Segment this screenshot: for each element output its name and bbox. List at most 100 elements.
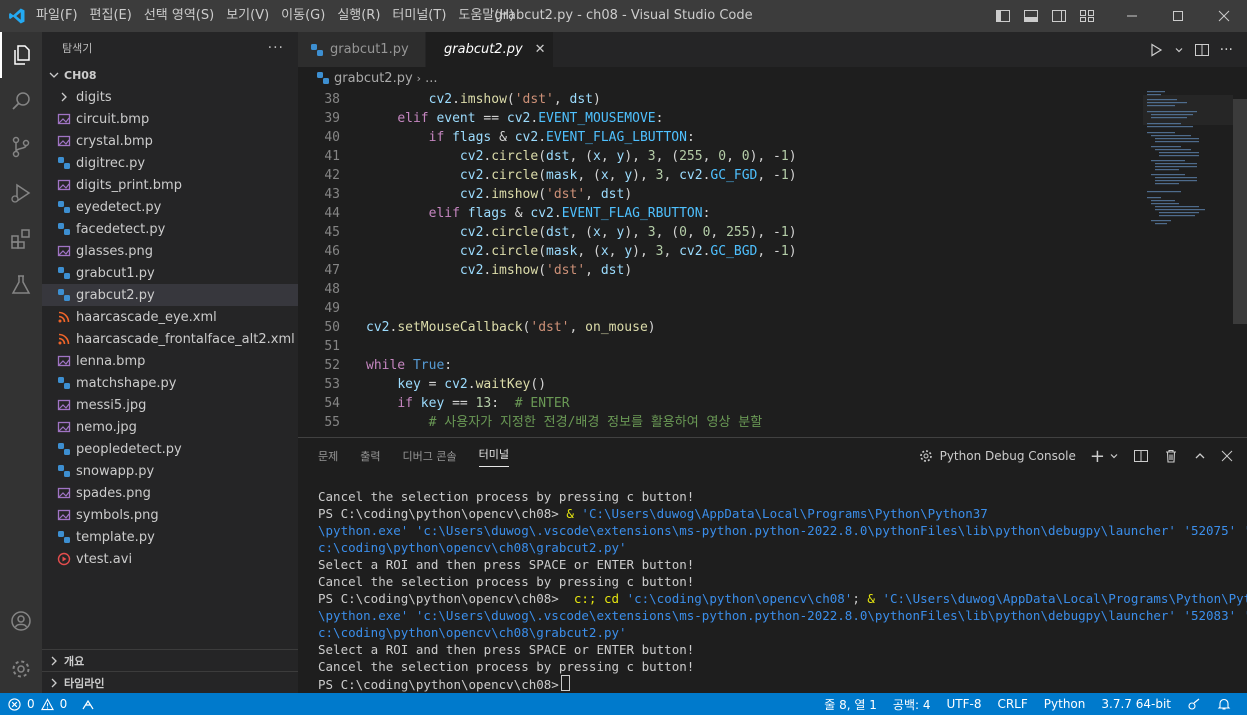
- code-token: ): [788, 225, 797, 240]
- encoding[interactable]: UTF-8: [946, 697, 981, 711]
- testing-flask-icon[interactable]: [0, 262, 42, 308]
- code-token: dst: [546, 149, 570, 164]
- code-editor[interactable]: 38 cv2.imshow('dst', dst) 39 elif event =…: [298, 89, 1247, 437]
- feedback-icon[interactable]: [1187, 697, 1201, 711]
- file-tree-item[interactable]: nemo.jpg: [42, 416, 298, 438]
- file-tree-item[interactable]: symbols.png: [42, 504, 298, 526]
- search-icon[interactable]: [0, 78, 42, 124]
- close-tab-icon[interactable]: ✕: [535, 42, 546, 57]
- live-share-icon[interactable]: [81, 697, 95, 711]
- code-token: mask: [546, 168, 578, 183]
- python-interpreter[interactable]: 3.7.7 64-bit: [1101, 697, 1171, 711]
- menu-item[interactable]: 선택 영역(S): [138, 0, 220, 32]
- run-debug-icon[interactable]: [0, 170, 42, 216]
- code-token: ,: [553, 92, 570, 107]
- file-tree-label: nemo.jpg: [76, 419, 137, 435]
- accounts-icon[interactable]: [0, 598, 42, 644]
- timeline-section[interactable]: 타임라인: [42, 671, 298, 693]
- customize-layout-icon[interactable]: [1079, 8, 1095, 24]
- file-tree-label: matchshape.py: [76, 375, 177, 391]
- editor-scrollbar[interactable]: [1233, 89, 1247, 437]
- code-token: ): [788, 244, 797, 259]
- image-file-icon: [56, 485, 72, 501]
- file-tree-item[interactable]: snowapp.py: [42, 460, 298, 482]
- file-tree-item[interactable]: facedetect.py: [42, 218, 298, 240]
- language-mode[interactable]: Python: [1044, 697, 1086, 711]
- menu-item[interactable]: 실행(R): [331, 0, 386, 32]
- split-terminal-icon[interactable]: [1133, 448, 1149, 464]
- terminal-token: \python.exe' 'c:\Users\duwog\.vscode\ext…: [318, 523, 1247, 538]
- indentation[interactable]: 공백: 4: [893, 696, 931, 713]
- file-tree-item[interactable]: glasses.png: [42, 240, 298, 262]
- file-tree-item[interactable]: digits_print.bmp: [42, 174, 298, 196]
- toggle-primary-sidebar-icon[interactable]: [995, 8, 1011, 24]
- chevron-up-icon[interactable]: [1193, 449, 1207, 463]
- breadcrumb-rest[interactable]: ...: [425, 71, 437, 86]
- file-tree-item[interactable]: eyedetect.py: [42, 196, 298, 218]
- panel-tab[interactable]: 터미널: [478, 446, 509, 467]
- notifications-bell-icon[interactable]: [1217, 697, 1231, 711]
- error-count[interactable]: 0: [27, 697, 35, 711]
- folder-header[interactable]: CH08: [42, 64, 298, 86]
- file-tree-item[interactable]: digits: [42, 86, 298, 108]
- menu-item[interactable]: 터미널(T): [386, 0, 452, 32]
- split-editor-icon[interactable]: [1194, 42, 1210, 58]
- menu-item[interactable]: 보기(V): [220, 0, 275, 32]
- scrollbar-thumb[interactable]: [1233, 99, 1247, 324]
- menu-item[interactable]: 편집(E): [84, 0, 138, 32]
- settings-gear-icon[interactable]: [0, 646, 42, 692]
- file-tree-item[interactable]: circuit.bmp: [42, 108, 298, 130]
- terminal-line: Select a ROI and then press SPACE or ENT…: [318, 641, 1228, 658]
- file-tree-item[interactable]: haarcascade_frontalface_alt2.xml: [42, 328, 298, 350]
- file-tree-item[interactable]: grabcut2.py: [42, 284, 298, 306]
- new-terminal-icon[interactable]: +: [1090, 446, 1105, 467]
- chevron-down-icon[interactable]: [1109, 451, 1119, 461]
- explorer-icon[interactable]: [0, 32, 42, 78]
- menu-item[interactable]: 이동(G): [275, 0, 331, 32]
- panel-tab[interactable]: 출력: [360, 448, 380, 464]
- source-control-icon[interactable]: [0, 124, 42, 170]
- line-number: 39: [324, 111, 340, 126]
- code-text: cv2.circle(dst, (x, y), 3, (0, 0, 255), …: [366, 223, 797, 242]
- more-actions-icon[interactable]: ···: [1220, 42, 1233, 58]
- breadcrumb-file[interactable]: grabcut2.py: [334, 71, 413, 86]
- file-tree-item[interactable]: grabcut1.py: [42, 262, 298, 284]
- file-tree-item[interactable]: haarcascade_eye.xml: [42, 306, 298, 328]
- panel-tab[interactable]: 디버그 콘솔: [403, 448, 457, 464]
- extensions-icon[interactable]: [0, 216, 42, 262]
- file-tree-item[interactable]: matchshape.py: [42, 372, 298, 394]
- menu-item[interactable]: 파일(F): [30, 0, 84, 32]
- file-tree-item[interactable]: vtest.avi: [42, 548, 298, 570]
- cursor-position[interactable]: 줄 8, 열 1: [824, 696, 877, 713]
- close-panel-icon[interactable]: [1221, 450, 1233, 462]
- file-tree-item[interactable]: peopledetect.py: [42, 438, 298, 460]
- warning-count[interactable]: 0: [60, 697, 68, 711]
- terminal-output[interactable]: Cancel the selection process by pressing…: [318, 488, 1247, 693]
- toggle-panel-icon[interactable]: [1023, 8, 1039, 24]
- file-tree-item[interactable]: spades.png: [42, 482, 298, 504]
- file-tree-item[interactable]: lenna.bmp: [42, 350, 298, 372]
- run-file-icon[interactable]: [1148, 42, 1164, 58]
- close-icon[interactable]: [1201, 0, 1247, 32]
- chevron-down-icon[interactable]: [1174, 45, 1184, 55]
- menu-item[interactable]: 도움말(H): [452, 0, 520, 32]
- tab-grabcut2[interactable]: grabcut2.py ✕: [426, 32, 554, 67]
- toggle-secondary-sidebar-icon[interactable]: [1051, 8, 1067, 24]
- file-tree-item[interactable]: digitrec.py: [42, 152, 298, 174]
- panel-tab[interactable]: 문제: [318, 448, 338, 464]
- trash-icon[interactable]: [1163, 448, 1179, 464]
- debug-console-label[interactable]: Python Debug Console: [940, 449, 1076, 463]
- maximize-icon[interactable]: [1155, 0, 1201, 32]
- end-of-line[interactable]: CRLF: [997, 697, 1027, 711]
- code-token: GC_FGD: [710, 168, 758, 183]
- minimize-icon[interactable]: [1109, 0, 1155, 32]
- tab-grabcut1[interactable]: grabcut1.py: [298, 32, 426, 67]
- minimap[interactable]: [1143, 89, 1233, 437]
- file-tree-item[interactable]: crystal.bmp: [42, 130, 298, 152]
- file-tree-item[interactable]: messi5.jpg: [42, 394, 298, 416]
- more-actions-icon[interactable]: ···: [268, 40, 284, 56]
- outline-section[interactable]: 개요: [42, 649, 298, 671]
- file-tree-item[interactable]: template.py: [42, 526, 298, 548]
- code-token: 255: [726, 225, 750, 240]
- debug-gear-icon[interactable]: [918, 448, 934, 464]
